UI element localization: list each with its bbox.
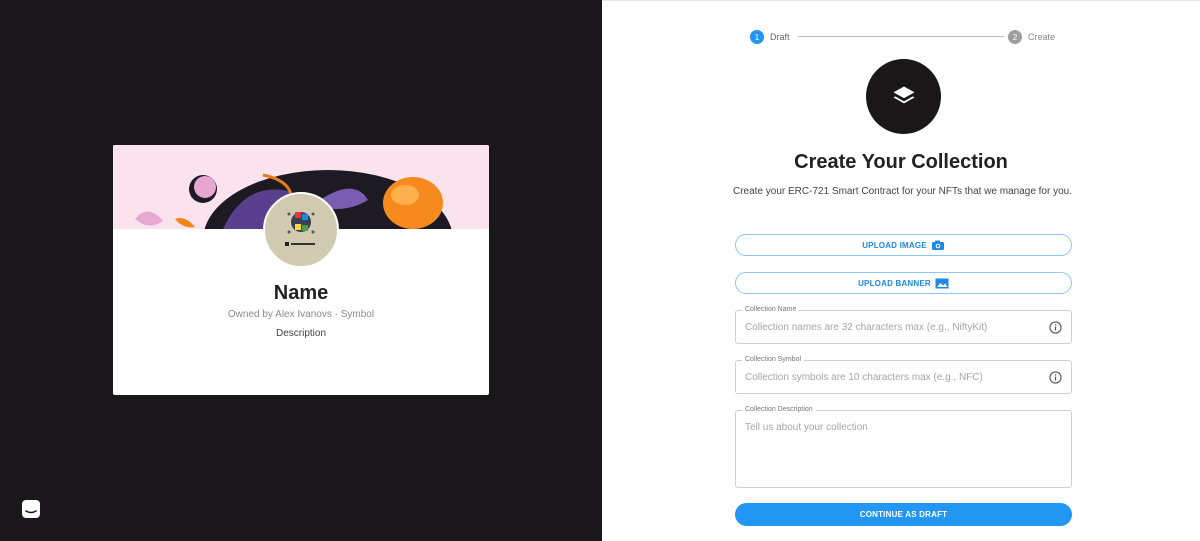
collection-avatar [263, 192, 339, 268]
step-create: 2 Create [1008, 30, 1055, 44]
create-collection-panel: 1 Draft 2 Create Create Your Collection … [602, 0, 1200, 541]
info-icon[interactable] [1049, 321, 1062, 334]
step-draft-number: 1 [750, 30, 764, 44]
upload-banner-label: UPLOAD BANNER [858, 278, 931, 288]
step-create-label: Create [1028, 32, 1056, 42]
collection-symbol-label: Collection Symbol [742, 356, 805, 363]
preview-owner-line: Owned by Alex Ivanovs · Symbol [227, 309, 375, 320]
upload-image-button[interactable]: UPLOAD IMAGE [735, 234, 1072, 256]
chat-launcher-button[interactable] [12, 490, 50, 528]
step-create-number: 2 [1008, 30, 1022, 44]
collection-hero-icon [866, 59, 941, 134]
layers-icon [893, 86, 914, 103]
preview-description: Description [275, 328, 327, 339]
collection-name-field[interactable]: Collection Name Collection names are 32 … [735, 306, 1072, 344]
collection-name-label: Collection Name [742, 306, 800, 313]
collection-description-field[interactable]: Collection Description Tell us about you… [735, 406, 1072, 488]
page-title: Create Your Collection [794, 151, 1008, 173]
collection-description-label: Collection Description [742, 406, 816, 413]
preview-panel: Name Owned by Alex Ivanovs · Symbol Desc… [0, 0, 602, 541]
collection-symbol-field[interactable]: Collection Symbol Collection symbols are… [735, 356, 1072, 394]
step-draft: 1 Draft [750, 30, 790, 44]
upload-image-label: UPLOAD IMAGE [862, 240, 927, 250]
collection-preview-card: Name Owned by Alex Ivanovs · Symbol Desc… [113, 145, 489, 395]
image-icon [935, 278, 949, 288]
upload-banner-button[interactable]: UPLOAD BANNER [735, 272, 1072, 294]
step-draft-label: Draft [770, 32, 790, 42]
collection-name-placeholder: Collection names are 32 characters max (… [745, 322, 988, 333]
collection-description-placeholder: Tell us about your collection [745, 422, 868, 433]
continue-as-draft-button[interactable]: CONTINUE AS DRAFT [735, 503, 1072, 526]
collection-symbol-placeholder: Collection symbols are 10 characters max… [745, 372, 983, 383]
preview-collection-name: Name [273, 282, 329, 304]
avatar-logo-icon [285, 212, 315, 246]
page-subtitle: Create your ERC-721 Smart Contract for y… [732, 186, 1073, 197]
camera-icon [931, 240, 944, 250]
stepper-connector [798, 36, 1004, 37]
chat-icon [22, 500, 40, 518]
info-icon[interactable] [1049, 371, 1062, 384]
